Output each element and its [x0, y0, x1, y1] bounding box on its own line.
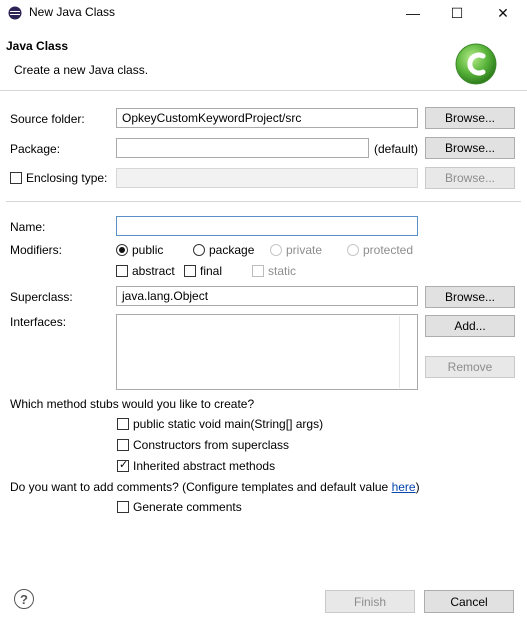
window-title: New Java Class [29, 5, 116, 19]
separator [6, 201, 521, 202]
modifier-protected-label: protected [363, 243, 414, 257]
stub-constructors-label: Constructors from superclass [133, 438, 290, 452]
stub-inherited-checkbox[interactable] [117, 458, 129, 472]
enclosing-type-field [116, 168, 418, 188]
modifier-final-checkbox[interactable] [184, 265, 196, 277]
source-folder-browse-button[interactable]: Browse... [425, 107, 515, 129]
source-folder-field[interactable]: OpkeyCustomKeywordProject/src [116, 108, 418, 128]
interfaces-label: Interfaces: [10, 315, 67, 329]
modifiers-label: Modifiers: [10, 243, 63, 257]
cancel-button[interactable]: Cancel [424, 590, 514, 613]
modifier-static-checkbox [252, 265, 264, 277]
close-button[interactable]: ✕ [481, 0, 525, 26]
maximize-icon: ☐ [450, 4, 464, 21]
interfaces-list[interactable] [116, 314, 418, 390]
modifier-package-label: package [209, 243, 255, 257]
maximize-button[interactable]: ☐ [435, 0, 479, 26]
enclosing-type-checkbox[interactable] [10, 172, 22, 184]
modifier-private-radio [270, 244, 282, 256]
modifier-final-label: final [200, 264, 223, 278]
modifier-static-label: static [268, 264, 297, 278]
source-folder-label: Source folder: [10, 112, 85, 126]
stub-main-checkbox[interactable] [117, 418, 129, 430]
modifier-abstract-checkbox[interactable] [116, 265, 128, 277]
interfaces-remove-button: Remove [425, 356, 515, 378]
package-browse-button[interactable]: Browse... [425, 137, 515, 159]
minimize-icon: — [406, 5, 420, 21]
package-label: Package: [10, 142, 61, 156]
superclass-field[interactable]: java.lang.Object [116, 286, 418, 306]
interfaces-list-scrollbar[interactable] [399, 316, 400, 388]
enclosing-type-label: Enclosing type: [26, 171, 108, 185]
stub-main-label: public static void main(String[] args) [133, 417, 324, 431]
package-default-label: (default) [374, 142, 419, 156]
modifier-package-radio[interactable] [193, 244, 205, 256]
enclosing-type-browse-button: Browse... [425, 167, 515, 189]
wizard-subtitle: Create a new Java class. [14, 63, 149, 77]
interfaces-add-button[interactable]: Add... [425, 315, 515, 337]
superclass-browse-button[interactable]: Browse... [425, 286, 515, 308]
method-stubs-question: Which method stubs would you like to cre… [10, 397, 255, 411]
superclass-label: Superclass: [10, 290, 73, 304]
comments-question: Do you want to add comments? (Configure … [10, 480, 420, 495]
modifier-abstract-label: abstract [132, 264, 175, 278]
wizard-title: Java Class [6, 39, 69, 53]
generate-comments-checkbox[interactable] [117, 501, 129, 513]
modifier-public-label: public [132, 243, 164, 257]
finish-button: Finish [325, 590, 415, 613]
generate-comments-label: Generate comments [133, 500, 242, 514]
wizard-header [0, 26, 527, 91]
minimize-button[interactable]: — [391, 0, 435, 26]
modifier-protected-radio [347, 244, 359, 256]
java-class-wizard-icon [455, 43, 497, 85]
stub-inherited-label: Inherited abstract methods [133, 459, 276, 473]
configure-templates-link[interactable]: here [392, 480, 416, 494]
modifier-private-label: private [286, 243, 323, 257]
help-icon[interactable]: ? [14, 589, 34, 609]
name-label: Name: [10, 220, 46, 234]
eclipse-app-icon [8, 6, 22, 20]
package-field[interactable] [116, 138, 369, 158]
stub-constructors-checkbox[interactable] [117, 439, 129, 451]
comments-question-close: ) [415, 480, 420, 494]
close-icon: ✕ [497, 4, 509, 21]
help-icon-glyph: ? [20, 591, 28, 607]
comments-question-text: Do you want to add comments? (Configure … [10, 480, 392, 494]
modifier-public-radio[interactable] [116, 244, 128, 256]
name-field[interactable] [116, 216, 418, 236]
